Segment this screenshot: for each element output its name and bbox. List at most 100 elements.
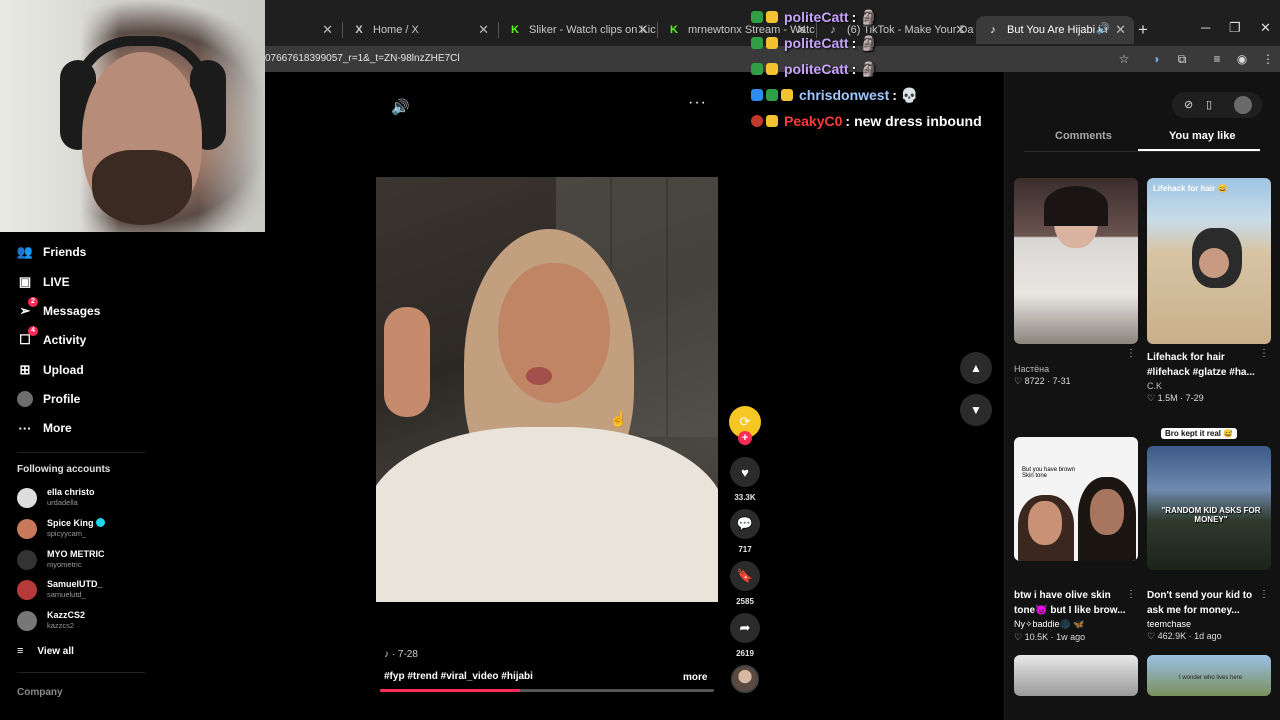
profile-avatar-icon: [17, 391, 33, 407]
user-avatar[interactable]: [1234, 96, 1252, 114]
volume-icon[interactable]: 🔊: [391, 98, 410, 116]
browser-tab-active[interactable]: ♪ But You Are Hijabi trend - ( 🔊 ✕: [976, 16, 1134, 44]
media-icon[interactable]: ≡: [1209, 51, 1225, 67]
video-card[interactable]: [1014, 655, 1138, 696]
video-thumbnail: [1014, 178, 1138, 344]
save-button[interactable]: 🔖 2585: [730, 561, 760, 606]
video-thumbnail: Lifehack for hair 😄: [1147, 178, 1271, 344]
video-card[interactable]: I wonder who lives here: [1147, 655, 1271, 696]
browser-tab-kick-sliker[interactable]: K Sliker - Watch clips on Kick ✕: [498, 16, 656, 44]
menu-icon[interactable]: ⋮: [1260, 51, 1276, 67]
activity-badge: 4: [28, 326, 38, 336]
heart-outline-icon: ♡: [1014, 632, 1025, 642]
save-count: 2585: [736, 597, 754, 606]
heart-outline-icon: ♡: [1147, 631, 1158, 641]
nav-item-friends[interactable]: 👥 Friends: [17, 241, 86, 263]
maximize-icon[interactable]: ❐: [1229, 20, 1241, 36]
messages-icon: ➢ 2: [17, 297, 38, 319]
follow-button[interactable]: +: [738, 431, 752, 445]
avatar: [17, 580, 37, 600]
company-link[interactable]: Company: [17, 687, 63, 698]
emote-icon: 🗿: [860, 34, 878, 51]
new-tab-icon[interactable]: +: [1138, 20, 1148, 40]
bookmark-icon: 🔖: [730, 561, 760, 591]
crown-icon: [766, 115, 778, 127]
messages-badge: 2: [28, 297, 38, 307]
settings-icon[interactable]: ⊘: [1184, 98, 1193, 111]
close-icon[interactable]: ✕: [322, 22, 333, 38]
video-card[interactable]: Lifehack for hair 😄 ⋮ Lifehack for hair …: [1147, 178, 1271, 404]
x-logo-icon: X: [355, 24, 363, 36]
emote-icon: 🗿: [860, 60, 878, 77]
nav-item-profile[interactable]: Profile: [17, 388, 80, 410]
video-hashtags[interactable]: #fyp #trend #viral_video #hijabi: [384, 671, 533, 682]
nav-item-activity[interactable]: ☐ 4 Activity: [17, 326, 86, 351]
kick-logo-icon: K: [511, 24, 519, 36]
active-tab-indicator: [1138, 149, 1260, 151]
like-count: 33.3K: [734, 493, 756, 502]
puzzle-icon[interactable]: ⧉: [1174, 51, 1190, 67]
video-card[interactable]: But you have brown Skin tone ⋮ btw i hav…: [1014, 437, 1138, 643]
webcam-overlay: [0, 0, 265, 232]
emote-icon: 💀: [900, 86, 919, 103]
previous-video-button[interactable]: ▲: [960, 352, 992, 384]
list-icon: ≡: [17, 645, 24, 657]
address-bar[interactable]: 07667618399057_r=1&_t=ZN-98lnzZHE7Cl: [265, 53, 460, 64]
video-thumbnail: "RANDOM KID ASKS FOR MONEY": [1147, 446, 1271, 570]
verified-badge-icon: [95, 518, 105, 527]
card-menu-icon[interactable]: ⋮: [1259, 589, 1269, 600]
tab-comments[interactable]: Comments: [1055, 130, 1112, 142]
video-progress-bar[interactable]: [380, 689, 714, 692]
heart-icon: ♥: [730, 457, 760, 487]
kick-logo-icon: K: [670, 24, 678, 36]
following-account[interactable]: KazzCS2 kazzcs2: [17, 610, 157, 636]
view-all-button[interactable]: ≡ View all: [17, 645, 74, 657]
badge-icon: [751, 115, 763, 127]
more-link[interactable]: more: [683, 672, 707, 683]
nav-item-live[interactable]: ▣ LIVE: [17, 271, 70, 293]
chat-message: politeCatt: 🗿: [751, 33, 878, 53]
music-disc-icon[interactable]: [731, 665, 759, 693]
badge-icon: [751, 37, 763, 49]
card-menu-icon[interactable]: ⋮: [1126, 589, 1136, 600]
comment-button[interactable]: 💬 717: [730, 509, 760, 554]
nav-item-more[interactable]: ··· More: [17, 417, 72, 439]
comment-icon: 💬: [730, 509, 760, 539]
device-icon[interactable]: ▯: [1206, 98, 1212, 111]
nav-item-upload[interactable]: ⊞ Upload: [17, 359, 84, 381]
video-card[interactable]: ⋮ Настёна ♡ 8722 · 7-31: [1014, 178, 1138, 387]
profile-icon[interactable]: ◉: [1234, 51, 1250, 67]
following-account[interactable]: ella christo urdadella: [17, 487, 157, 513]
bookmark-star-icon[interactable]: ☆: [1116, 51, 1132, 67]
card-menu-icon[interactable]: ⋮: [1259, 348, 1269, 359]
share-button[interactable]: ➦ 2619: [730, 613, 760, 658]
following-account[interactable]: SamuelUTD_ samuelutd_: [17, 579, 157, 605]
window-close-icon[interactable]: ✕: [1260, 20, 1271, 36]
following-account[interactable]: MYO METRIC myometric: [17, 549, 157, 575]
close-icon[interactable]: ✕: [478, 22, 489, 38]
close-icon[interactable]: ✕: [1115, 22, 1126, 38]
browser-tab[interactable]: ✕: [265, 16, 341, 44]
more-options-icon[interactable]: ···: [688, 94, 707, 112]
badge-icon: [751, 89, 763, 101]
next-video-button[interactable]: ▼: [960, 394, 992, 426]
minimize-icon[interactable]: ─: [1201, 20, 1210, 35]
activity-icon: ☐ 4: [17, 326, 38, 348]
close-icon[interactable]: ✕: [955, 22, 966, 38]
following-account[interactable]: Spice King spicyycam_: [17, 518, 157, 544]
close-icon[interactable]: ✕: [637, 22, 648, 38]
video-card[interactable]: Bro kept it real 😅 "RANDOM KID ASKS FOR …: [1147, 428, 1271, 642]
upload-icon: ⊞: [19, 362, 31, 377]
extension-icon[interactable]: ◗: [1149, 51, 1165, 67]
video-player[interactable]: [376, 177, 718, 602]
nav-item-messages[interactable]: ➢ 2 Messages: [17, 297, 100, 322]
tab-you-may-like[interactable]: You may like: [1169, 130, 1235, 142]
heart-outline-icon: ♡: [1147, 393, 1158, 403]
like-button[interactable]: ♥ 33.3K: [730, 457, 760, 502]
emote-icon: 🗿: [860, 8, 878, 25]
card-menu-icon[interactable]: ⋮: [1126, 348, 1136, 359]
badge-icon: [751, 63, 763, 75]
browser-tab-x[interactable]: X Home / X ✕: [342, 16, 497, 44]
speaker-icon[interactable]: 🔊: [1096, 22, 1110, 35]
badge-icon: [766, 89, 778, 101]
